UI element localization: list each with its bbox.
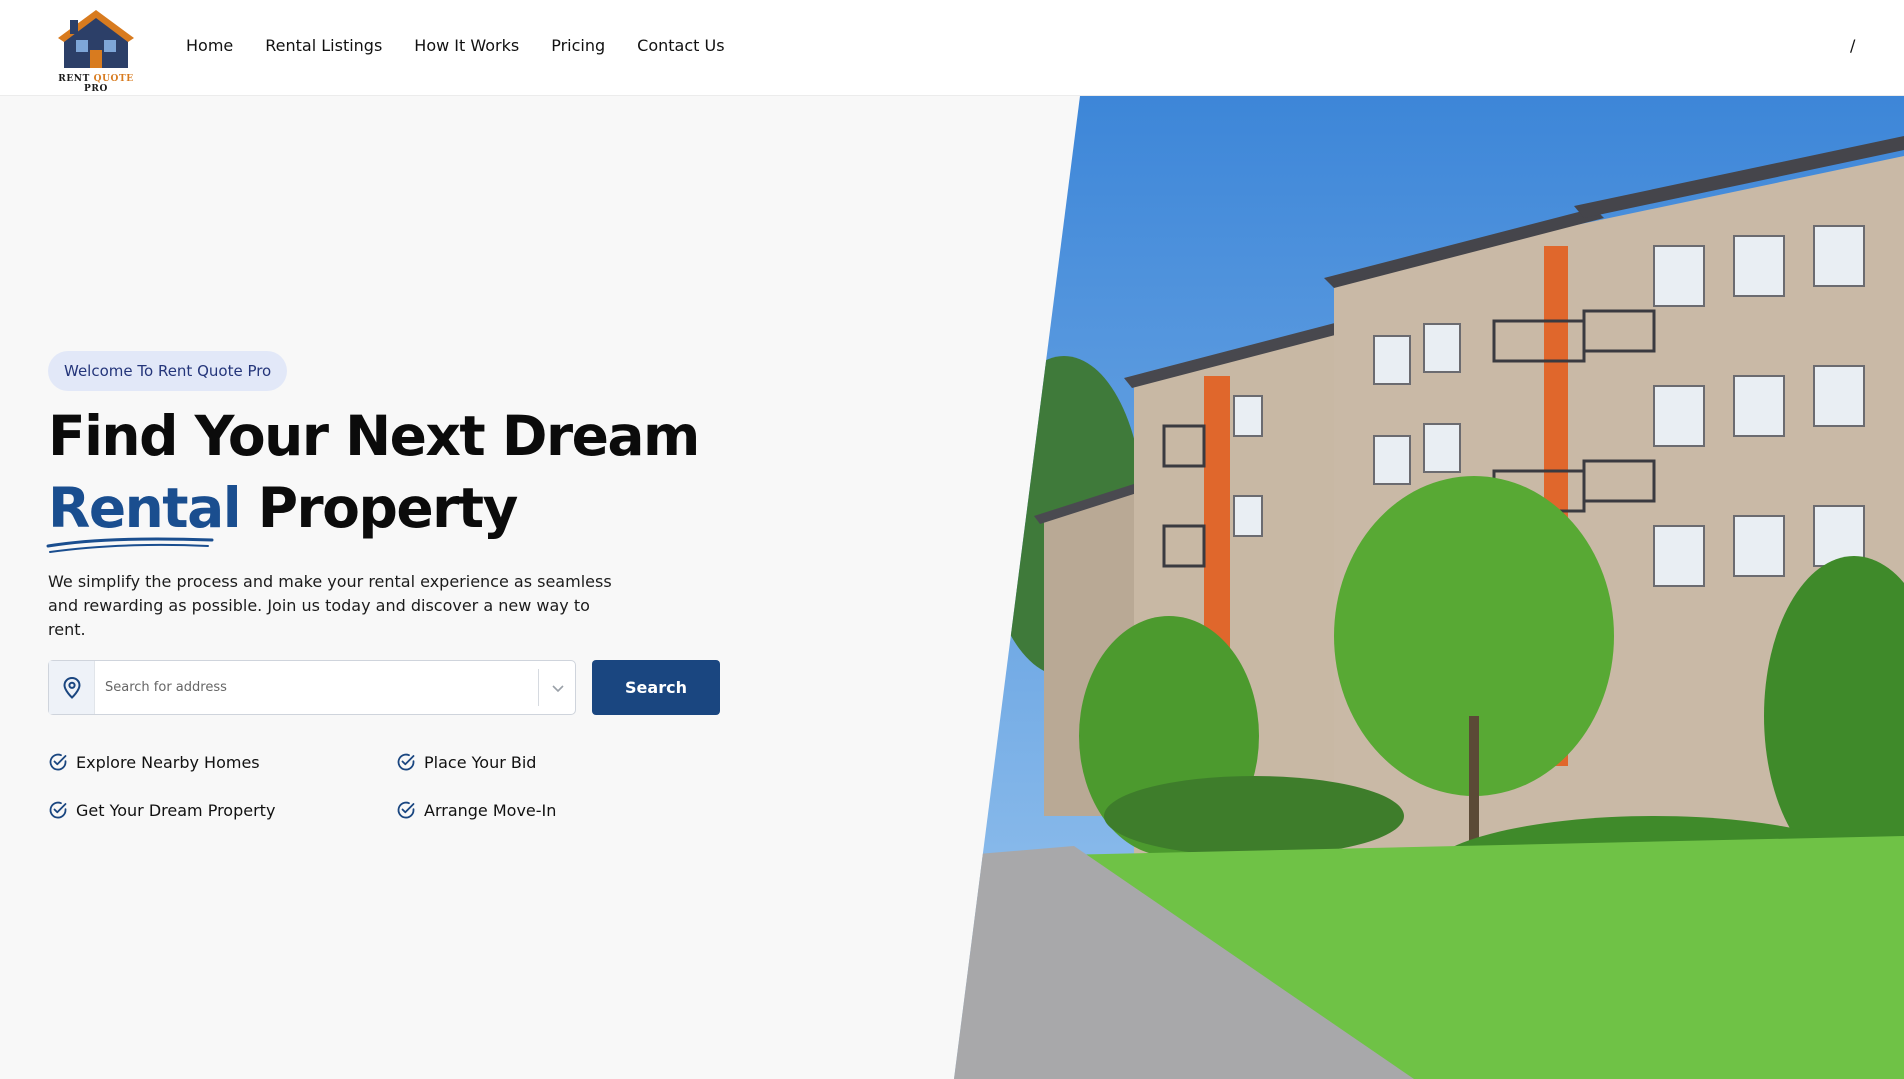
check-circle-icon <box>49 753 67 771</box>
headline-rest: Property <box>257 476 519 540</box>
nav-home[interactable]: Home <box>186 36 233 55</box>
feature-item: Get Your Dream Property <box>48 800 275 820</box>
check-circle-icon <box>397 753 415 771</box>
feature-label: Get Your Dream Property <box>76 800 276 820</box>
nav-rental-listings[interactable]: Rental Listings <box>265 36 382 55</box>
check-circle-icon <box>49 801 67 819</box>
nav-contact-us[interactable]: Contact Us <box>637 36 724 55</box>
check-circle-icon <box>397 801 415 819</box>
header-right-link[interactable]: / <box>1850 36 1855 55</box>
feature-label: Place Your Bid <box>424 752 537 772</box>
feature-item: Place Your Bid <box>396 752 536 772</box>
house-logo-icon <box>58 10 134 68</box>
chevron-down-icon[interactable] <box>549 679 567 697</box>
headline-accent-word: Rental <box>48 476 242 540</box>
feature-label: Explore Nearby Homes <box>76 752 260 772</box>
brush-underline-decoration <box>46 537 214 553</box>
headline-line-1: Find Your Next Dream <box>48 404 700 468</box>
feature-item: Explore Nearby Homes <box>48 752 260 772</box>
feature-label: Arrange Move-In <box>424 800 557 820</box>
welcome-badge: Welcome To Rent Quote Pro <box>48 351 288 391</box>
search-divider <box>538 669 539 706</box>
search-button[interactable]: Search <box>592 660 720 715</box>
hero-description: We simplify the process and make your re… <box>48 572 612 639</box>
search-input[interactable] <box>105 661 505 714</box>
location-pin-icon <box>62 676 81 699</box>
nav-pricing[interactable]: Pricing <box>551 36 605 55</box>
hero-building-image <box>954 96 1904 1079</box>
feature-item: Arrange Move-In <box>396 800 556 820</box>
nav-how-it-works[interactable]: How It Works <box>414 36 519 55</box>
brand-logo[interactable]: RENT QUOTE PRO <box>46 6 146 94</box>
address-search-box <box>48 660 576 715</box>
logo-wordmark: RENT QUOTE PRO <box>58 74 134 94</box>
main-nav: Home Rental Listings How It Works Pricin… <box>186 36 725 55</box>
site-header: RENT QUOTE PRO Home Rental Listings How … <box>0 0 1904 96</box>
hero-headline: Find Your Next Dream Rental Property <box>48 400 700 544</box>
location-pin-cell <box>49 661 95 714</box>
